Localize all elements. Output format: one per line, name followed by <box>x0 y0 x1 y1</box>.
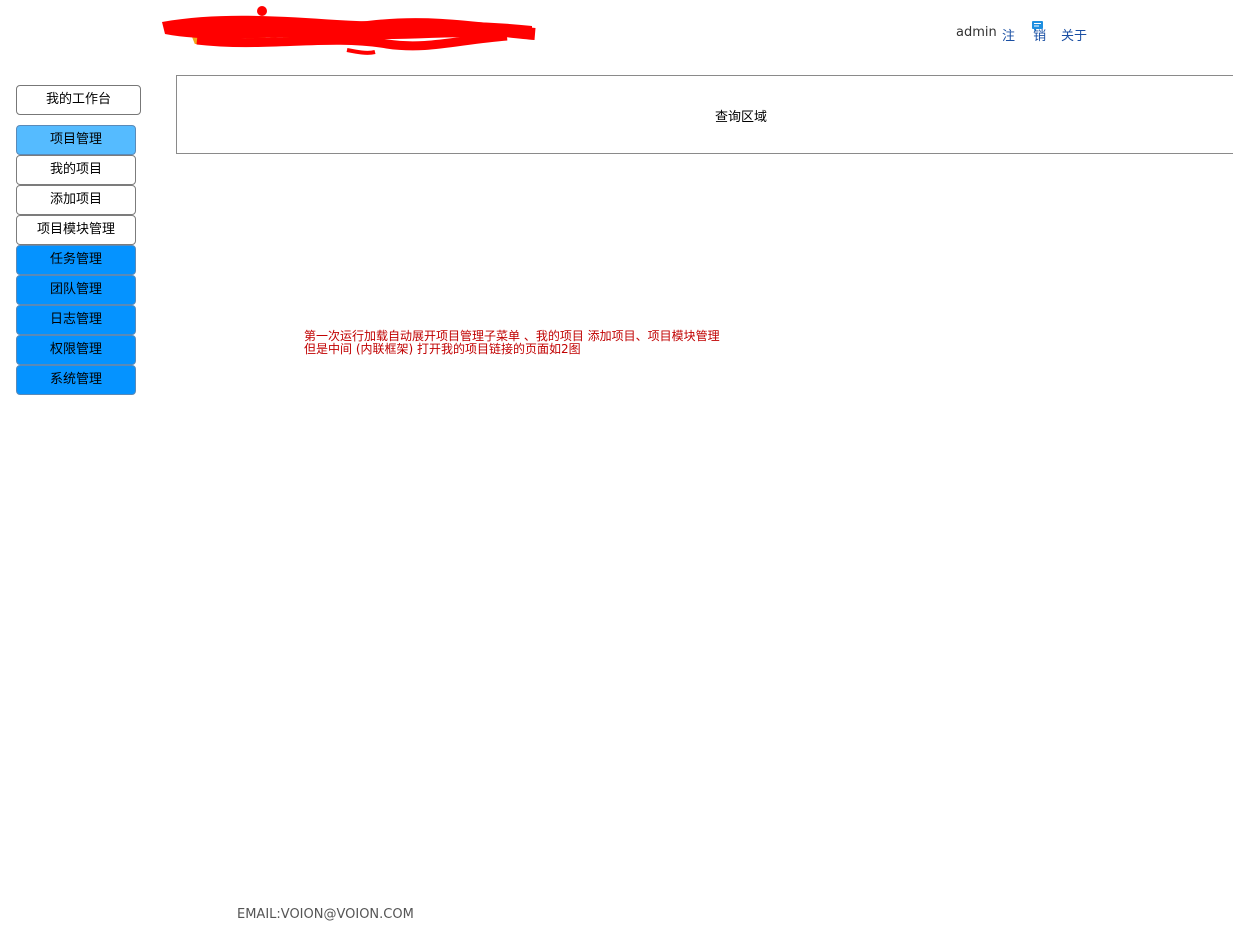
app-page: voion admin 注 销 关于 我的工作台 项目管理 我的项目 添加项目 … <box>0 0 1233 936</box>
menu-project-management[interactable]: 项目管理 <box>16 125 136 155</box>
menu-add-project[interactable]: 添加项目 <box>16 185 136 215</box>
workbench-button[interactable]: 我的工作台 <box>16 85 141 115</box>
annotation-note: 第一次运行加载自动展开项目管理子菜单 、我的项目 添加项目、项目模块管理 但是中… <box>304 330 720 356</box>
menu-my-projects[interactable]: 我的项目 <box>16 155 136 185</box>
footer-email: EMAIL:VOION@VOION.COM <box>237 907 414 922</box>
redacted-logo: voion <box>162 6 536 55</box>
about-link[interactable]: 关于 <box>1061 25 1087 44</box>
menu-team-management[interactable]: 团队管理 <box>16 275 136 305</box>
menu-project-modules[interactable]: 项目模块管理 <box>16 215 136 245</box>
user-name: admin <box>956 25 997 40</box>
menu-permission-management[interactable]: 权限管理 <box>16 335 136 365</box>
query-area-label: 查询区域 <box>715 110 768 125</box>
menu-task-management[interactable]: 任务管理 <box>16 245 136 275</box>
query-area: 查询区域 <box>176 75 1233 154</box>
annotation-line: 但是中间 (内联框架) 打开我的项目链接的页面如2图 <box>304 342 581 356</box>
menu-log-management[interactable]: 日志管理 <box>16 305 136 335</box>
menu-system-management[interactable]: 系统管理 <box>16 365 136 395</box>
logout-link[interactable]: 注 销 <box>1002 25 1053 44</box>
message-icon[interactable] <box>1032 21 1043 31</box>
